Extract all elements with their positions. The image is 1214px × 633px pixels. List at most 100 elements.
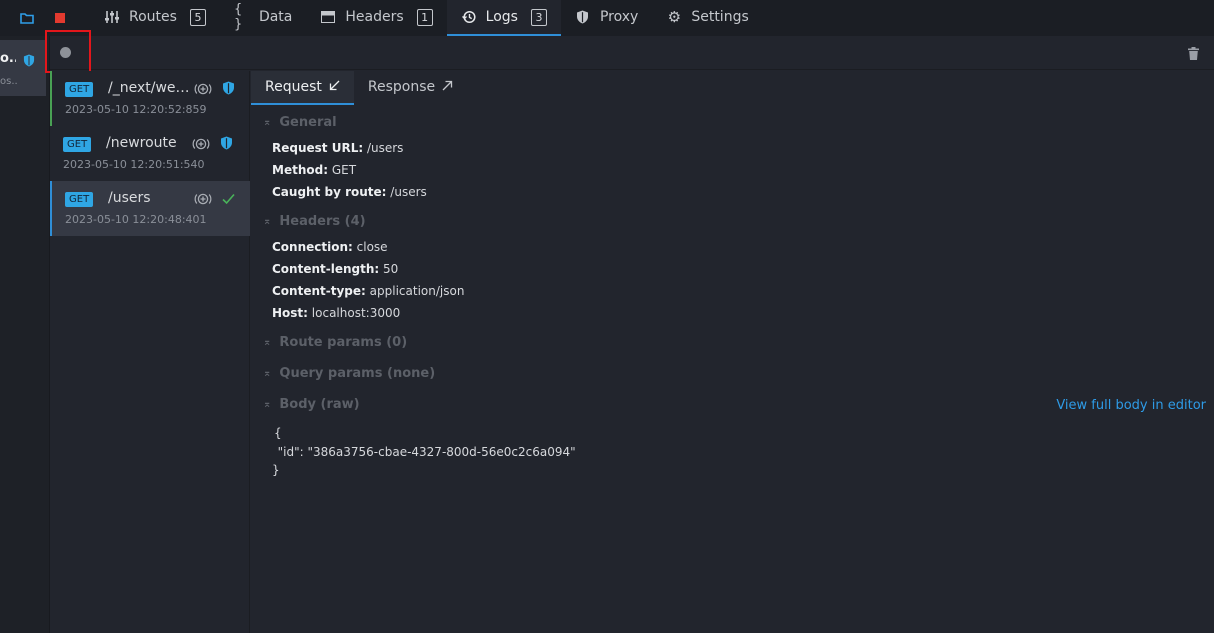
tab-settings[interactable]: ⚙ Settings	[652, 0, 762, 36]
tab-request[interactable]: Request	[251, 71, 354, 105]
log-entry[interactable]: GET /users 2023-05-10 12:20:48:401	[50, 181, 250, 236]
tab-logs[interactable]: Logs 3	[446, 0, 561, 36]
tab-response-label: Response	[367, 79, 436, 95]
body-line: }	[272, 463, 280, 477]
log-entry[interactable]: GET /_next/webpack-hmr 2023-05-10 12:20:…	[50, 71, 250, 126]
proxy-icon	[194, 191, 212, 210]
collapse-icon: ⌅	[263, 216, 272, 227]
logs-count-badge: 3	[530, 8, 547, 26]
detail-tabs: Request Response	[251, 71, 467, 105]
caught-route-row: Caught by route: /users	[272, 185, 427, 199]
section-query-params[interactable]: ⌅ Query params (none)	[263, 366, 435, 381]
method-value: GET	[331, 163, 357, 177]
section-route-params-title: Route params (0)	[279, 335, 408, 350]
routes-sliders-icon	[104, 9, 120, 25]
arrow-up-right-icon	[442, 79, 453, 95]
log-timestamp: 2023-05-10 12:20:48:401	[65, 213, 207, 226]
logs-toolbar	[50, 36, 1214, 70]
stop-server-button[interactable]	[54, 0, 90, 36]
gear-icon: ⚙	[667, 8, 682, 26]
log-path: /_next/webpack-hmr	[108, 80, 192, 96]
section-body[interactable]: ⌅ Body (raw)	[263, 397, 360, 412]
record-toggle-button[interactable]	[60, 47, 71, 58]
arrow-down-left-icon	[329, 79, 340, 95]
header-row: Connection: close	[272, 240, 388, 254]
section-general[interactable]: ⌅ General	[263, 115, 337, 130]
section-body-title: Body (raw)	[279, 397, 360, 412]
log-list: GET /_next/webpack-hmr 2023-05-10 12:20:…	[50, 71, 250, 633]
check-icon	[222, 190, 235, 209]
shield-icon	[23, 52, 35, 71]
environment-subtitle: os...	[0, 76, 18, 87]
proxy-icon	[194, 81, 212, 100]
body-line: {	[274, 426, 282, 440]
caught-route-value: /users	[390, 185, 427, 199]
request-url-label: Request URL:	[272, 141, 364, 155]
tab-headers-label: Headers	[345, 9, 404, 25]
history-icon	[461, 9, 477, 25]
header-row: Content-type: application/json	[272, 284, 464, 298]
method-row: Method: GET	[272, 163, 356, 177]
tab-data[interactable]: { } Data	[220, 0, 306, 36]
request-url-row: Request URL: /users	[272, 141, 403, 155]
tab-routes-label: Routes	[129, 9, 177, 25]
log-path: /newroute	[106, 135, 177, 151]
method-badge: GET	[63, 137, 92, 152]
shield-icon	[220, 135, 233, 154]
request-url-value: /users	[366, 141, 404, 155]
headers-icon	[320, 9, 336, 25]
header-value: localhost:3000	[311, 306, 401, 320]
method-badge: GET	[65, 192, 94, 207]
proxy-icon	[192, 136, 210, 155]
log-timestamp: 2023-05-10 12:20:51:540	[63, 158, 205, 171]
body-line: "id": "386a3756-cbae-4327-800d-56e0c2c6a…	[270, 445, 576, 459]
shield-icon	[222, 80, 235, 99]
header-key: Connection:	[272, 240, 353, 254]
header-value: application/json	[369, 284, 465, 298]
method-label: Method:	[272, 163, 328, 177]
tab-settings-label: Settings	[691, 9, 749, 25]
header-key: Content-type:	[272, 284, 366, 298]
tab-headers[interactable]: Headers 1	[306, 0, 446, 36]
tab-proxy[interactable]: Proxy	[561, 0, 652, 36]
header-row: Host: localhost:3000	[272, 306, 400, 320]
tab-logs-label: Logs	[485, 9, 518, 25]
environments-sidebar: o... os...	[0, 36, 50, 633]
stop-icon	[54, 9, 66, 28]
folder-icon	[20, 9, 34, 28]
section-query-params-title: Query params (none)	[279, 366, 436, 381]
braces-icon: { }	[233, 2, 243, 32]
view-full-body-link[interactable]: View full body in editor	[1056, 398, 1206, 413]
header-row: Content-length: 50	[272, 262, 398, 276]
tab-proxy-label: Proxy	[599, 9, 639, 25]
collapse-icon: ⌅	[263, 368, 272, 379]
routes-count-badge: 5	[189, 8, 206, 26]
clear-logs-button[interactable]	[1188, 45, 1199, 64]
section-general-title: General	[279, 115, 337, 130]
log-path: /users	[108, 190, 151, 206]
header-value: 50	[383, 262, 399, 276]
shield-icon	[575, 9, 591, 25]
section-headers-title: Headers (4)	[279, 214, 366, 229]
top-tab-bar: Routes 5 { } Data Headers 1 Logs 3 Proxy…	[0, 0, 1214, 36]
environment-name: o...	[0, 51, 16, 66]
log-detail-panel: Request Response ⌅ General Request URL: …	[251, 71, 1214, 633]
headers-count-badge: 1	[416, 8, 433, 26]
header-key: Host:	[272, 306, 308, 320]
environment-item[interactable]: o... os...	[0, 40, 46, 96]
log-timestamp: 2023-05-10 12:20:52:859	[65, 103, 207, 116]
log-entry[interactable]: GET /newroute 2023-05-10 12:20:51:540	[50, 126, 250, 181]
section-route-params[interactable]: ⌅ Route params (0)	[263, 335, 407, 350]
tab-request-label: Request	[265, 79, 322, 95]
open-environment-button[interactable]	[0, 0, 54, 36]
tab-routes[interactable]: Routes 5	[90, 0, 220, 36]
tab-data-label: Data	[258, 9, 293, 25]
header-value: close	[356, 240, 388, 254]
collapse-icon: ⌅	[263, 117, 272, 128]
caught-route-label: Caught by route:	[272, 185, 387, 199]
collapse-icon: ⌅	[263, 399, 272, 410]
trash-icon	[1188, 45, 1199, 64]
tab-response[interactable]: Response	[354, 71, 467, 105]
section-headers[interactable]: ⌅ Headers (4)	[263, 214, 366, 229]
method-badge: GET	[65, 82, 94, 97]
